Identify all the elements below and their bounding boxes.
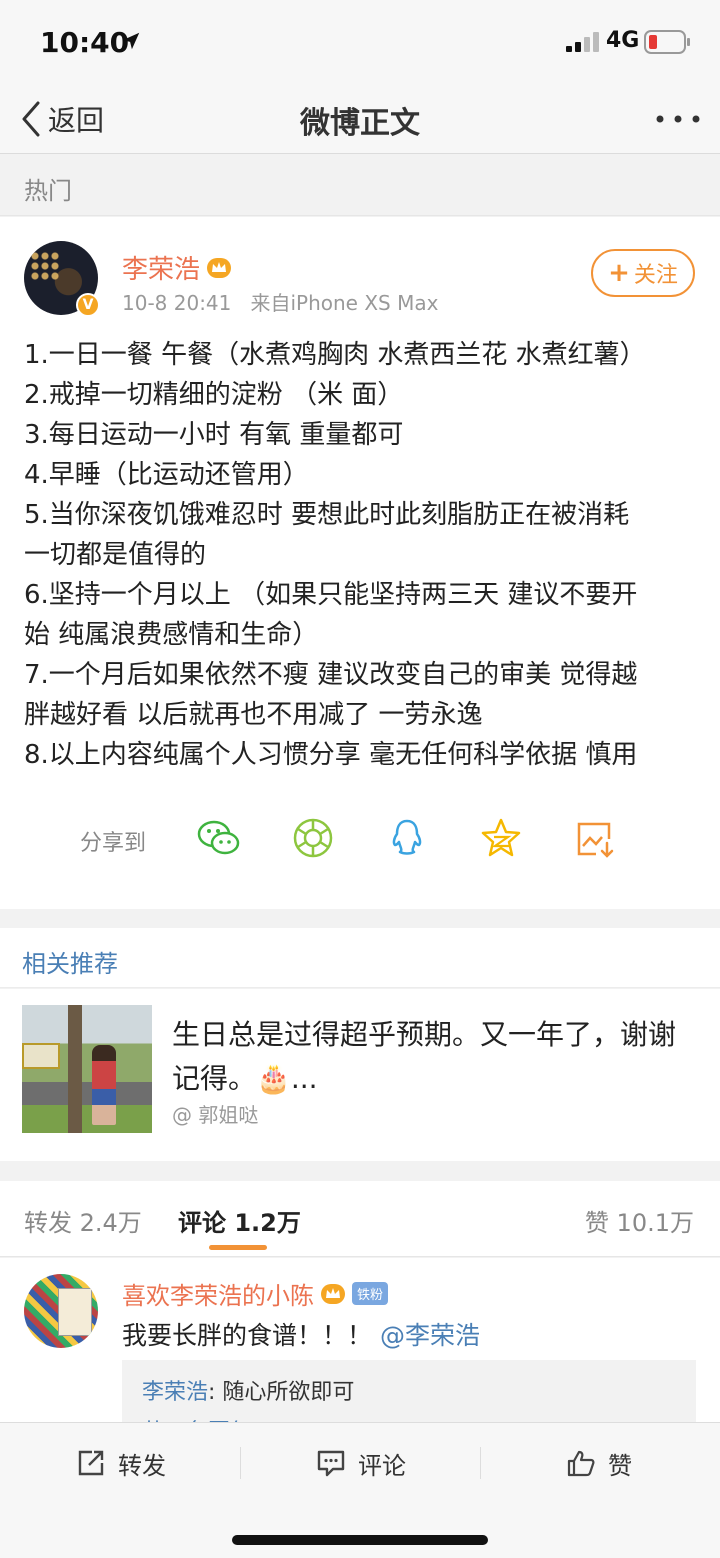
post-line: 6.坚持一个月以上 （如果只能坚持两三天 建议不要开 bbox=[24, 580, 638, 610]
more-replies-link[interactable]: 共…条回复 bbox=[142, 1414, 252, 1422]
tab-repost[interactable]: 转发 2.4万 bbox=[24, 1203, 142, 1238]
divider bbox=[240, 1447, 241, 1479]
post-source: 来自iPhone XS Max bbox=[250, 291, 439, 315]
location-arrow-icon bbox=[122, 32, 140, 50]
moments-icon[interactable] bbox=[290, 815, 336, 861]
tab-comment[interactable]: 评论 1.2万 bbox=[178, 1203, 301, 1238]
post-line: 4.早睡（比运动还管用） bbox=[24, 460, 309, 490]
related-thumbnail bbox=[22, 1005, 152, 1133]
comment-button[interactable]: 评论 bbox=[316, 1443, 406, 1483]
interaction-tabs: 转发 2.4万 评论 1.2万 赞 10.1万 bbox=[0, 1181, 720, 1257]
commenter-name-text: 喜欢李荣浩的小陈 bbox=[122, 1282, 314, 1310]
post-line: 7.一个月后如果依然不瘦 建议改变自己的审美 觉得越 bbox=[24, 660, 638, 690]
like-label: 赞 bbox=[608, 1451, 632, 1480]
tab-like[interactable]: 赞 10.1万 bbox=[585, 1203, 694, 1238]
follow-label: 关注 bbox=[633, 263, 678, 288]
signal-icon bbox=[566, 32, 599, 52]
chevron-left-icon bbox=[22, 101, 40, 137]
post-line: 3.每日运动一小时 有氧 重量都可 bbox=[24, 420, 404, 450]
page-title: 微博正文 bbox=[300, 106, 420, 141]
status-time: 10:40 bbox=[40, 26, 130, 59]
more-options-icon[interactable] bbox=[654, 104, 702, 134]
repost-label: 转发 bbox=[118, 1451, 166, 1480]
reply-line: 李荣浩: 随心所欲即可 bbox=[142, 1374, 354, 1406]
commenter-avatar[interactable] bbox=[24, 1274, 98, 1348]
crown-icon bbox=[321, 1283, 345, 1304]
back-label: 返回 bbox=[48, 104, 105, 137]
share-label: 分享到 bbox=[80, 831, 147, 856]
qzone-icon[interactable] bbox=[478, 815, 524, 861]
related-section-header: 相关推荐 bbox=[0, 928, 720, 988]
reply-text: : 随心所欲即可 bbox=[208, 1380, 355, 1405]
network-type: 4G bbox=[606, 28, 640, 53]
comment-icon bbox=[317, 1450, 345, 1477]
section-hot-label: 热门 bbox=[24, 177, 72, 205]
section-hot: 热门 bbox=[0, 155, 720, 216]
repost-button[interactable]: 转发 bbox=[76, 1443, 166, 1483]
author-name[interactable]: 李荣浩 bbox=[122, 249, 232, 286]
related-title: 生日总是过得超乎预期。又一年了，谢谢记得。🎂... bbox=[172, 1018, 677, 1095]
back-button[interactable]: 返回 bbox=[18, 96, 104, 142]
post-card: V 李荣浩 10-8 20:41 来自iPhone XS Max + 关注 1.… bbox=[0, 217, 720, 909]
status-bar: 10:40 4G bbox=[0, 0, 720, 84]
author-name-text: 李荣浩 bbox=[122, 255, 201, 285]
post-meta: 10-8 20:41 来自iPhone XS Max bbox=[122, 287, 438, 316]
like-button[interactable]: 赞 bbox=[566, 1443, 632, 1483]
verified-badge-icon: V bbox=[76, 293, 100, 317]
post-line: 2.戒掉一切精细的淀粉 （米 面） bbox=[24, 380, 404, 410]
comment-body: 我要长胖的食谱！！！ bbox=[122, 1321, 373, 1350]
bottom-action-bar: 转发 评论 赞 bbox=[0, 1422, 720, 1558]
comment-text: 我要长胖的食谱！！！ @李荣浩 bbox=[122, 1316, 480, 1352]
comment-mention[interactable]: @李荣浩 bbox=[380, 1321, 480, 1350]
related-post-item[interactable]: 生日总是过得超乎预期。又一年了，谢谢记得。🎂... @ 郭姐哒 bbox=[0, 989, 720, 1161]
active-tab-indicator bbox=[209, 1245, 267, 1250]
post-body: 1.一日一餐 午餐（水煮鸡胸肉 水煮西兰花 水煮红薯） 2.戒掉一切精细的淀粉 … bbox=[24, 335, 704, 775]
post-time: 10-8 20:41 bbox=[122, 291, 232, 315]
related-heading: 相关推荐 bbox=[22, 950, 118, 978]
share-row: 分享到 bbox=[0, 813, 720, 869]
comment-item: 喜欢李荣浩的小陈 铁粉 我要长胖的食谱！！！ @李荣浩 李荣浩: 随心所欲即可 … bbox=[0, 1258, 720, 1422]
home-indicator bbox=[232, 1535, 488, 1545]
post-line: 5.当你深夜饥饿难忍时 要想此时此刻脂肪正在被消耗 bbox=[24, 500, 630, 530]
nav-bar: 返回 微博正文 bbox=[0, 84, 720, 154]
follow-button[interactable]: + 关注 bbox=[591, 249, 695, 297]
fan-badge: 铁粉 bbox=[352, 1282, 389, 1305]
save-image-icon[interactable] bbox=[572, 815, 618, 861]
post-line: 一切都是值得的 bbox=[24, 540, 207, 570]
reply-author[interactable]: 李荣浩 bbox=[142, 1380, 208, 1405]
thumbs-up-icon bbox=[567, 1450, 595, 1477]
qq-icon[interactable] bbox=[384, 815, 430, 861]
repost-icon bbox=[78, 1450, 104, 1476]
wechat-icon[interactable] bbox=[196, 815, 242, 861]
battery-icon bbox=[644, 30, 690, 54]
post-line: 1.一日一餐 午餐（水煮鸡胸肉 水煮西兰花 水煮红薯） bbox=[24, 340, 646, 370]
post-line: 始 纯属浪费感情和生命） bbox=[24, 620, 319, 650]
plus-icon: + bbox=[608, 258, 630, 288]
crown-icon bbox=[207, 257, 232, 278]
commenter-name[interactable]: 喜欢李荣浩的小陈 铁粉 bbox=[122, 1276, 389, 1311]
related-user: @ 郭姐哒 bbox=[172, 1103, 259, 1127]
post-line: 8.以上内容纯属个人习惯分享 毫无任何科学依据 慎用 bbox=[24, 740, 638, 770]
reply-box[interactable]: 李荣浩: 随心所欲即可 共…条回复 bbox=[122, 1360, 696, 1422]
post-line: 胖越好看 以后就再也不用减了 一劳永逸 bbox=[24, 700, 483, 730]
comment-label: 评论 bbox=[358, 1451, 406, 1480]
divider bbox=[480, 1447, 481, 1479]
